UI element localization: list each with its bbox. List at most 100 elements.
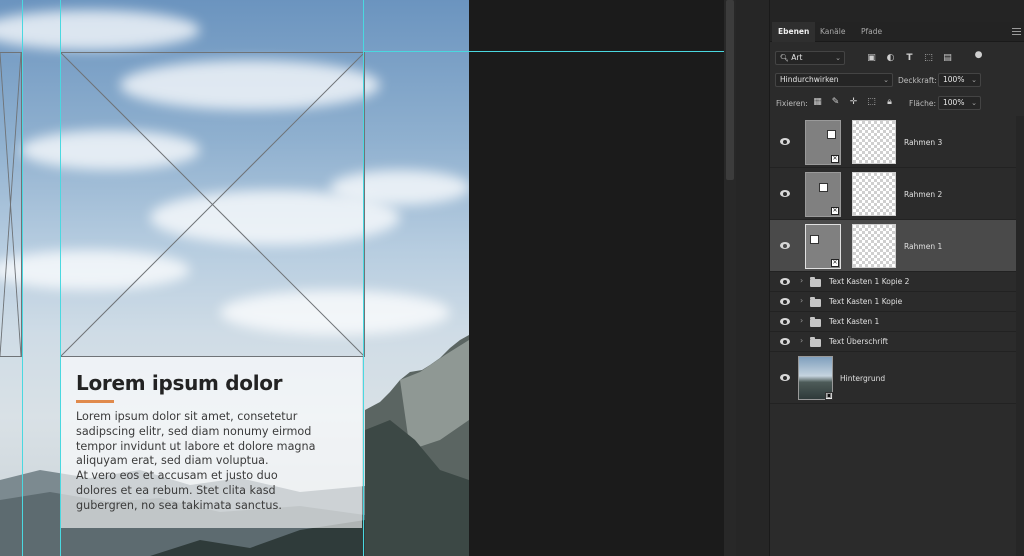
lock-position-icon[interactable]: ✛ bbox=[848, 97, 859, 108]
body-line: gubergren, no sea takimata sanctus. bbox=[76, 498, 282, 512]
layer-name: Text Kasten 1 Kopie bbox=[829, 297, 903, 306]
lock-all-icon[interactable]: 🔒︎ bbox=[884, 97, 895, 108]
content-body-text: Lorem ipsum dolor sit amet, consetetur s… bbox=[76, 410, 366, 514]
layers-scrollbar[interactable] bbox=[1016, 116, 1024, 556]
body-line: aliquyam erat, sed diam voluptua. bbox=[76, 454, 269, 468]
panel-menu-icon[interactable] bbox=[1012, 28, 1021, 35]
frame-badge-icon: ✕ bbox=[831, 259, 839, 267]
chevron-down-icon: ⌄ bbox=[971, 76, 977, 84]
frame-square-icon bbox=[827, 130, 836, 139]
chevron-down-icon: ⌄ bbox=[835, 54, 841, 62]
chevron-down-icon: ⌄ bbox=[883, 76, 889, 84]
fill-field[interactable]: 100% ⌄ bbox=[938, 96, 981, 110]
layer-name: Text Kasten 1 Kopie 2 bbox=[829, 277, 910, 286]
visibility-eye-icon[interactable] bbox=[780, 242, 790, 249]
artboard[interactable]: Lorem ipsum dolor Lorem ipsum dolor sit … bbox=[0, 0, 469, 556]
tab-paths[interactable]: Pfade bbox=[855, 22, 888, 42]
chevron-right-icon[interactable]: › bbox=[800, 336, 803, 345]
guide-vertical[interactable] bbox=[22, 0, 23, 556]
shape-filter-icon[interactable]: ⬚ bbox=[923, 53, 934, 64]
layer-filter-dropdown[interactable]: 🔍︎ Art ⌄ bbox=[775, 51, 845, 65]
chevron-down-icon: ⌄ bbox=[971, 99, 977, 107]
layer-row-rahmen-2[interactable]: ✕ Rahmen 2 bbox=[770, 168, 1016, 220]
layer-mask-thumbnail bbox=[852, 172, 896, 216]
content-heading: Lorem ipsum dolor bbox=[76, 371, 283, 395]
visibility-eye-icon[interactable] bbox=[780, 190, 790, 197]
visibility-eye-icon[interactable] bbox=[780, 278, 790, 285]
smart-object-badge-icon: ▣ bbox=[825, 392, 833, 400]
placeholder-frame-main[interactable] bbox=[60, 52, 365, 357]
panel-dock-gutter bbox=[736, 0, 770, 556]
blend-mode-value: Hindurchwirken bbox=[780, 75, 839, 84]
body-line: At vero eos et accusam et justo duo bbox=[76, 469, 278, 483]
panel-tabs: Ebenen Kanäle Pfade bbox=[770, 22, 1024, 42]
lock-pixels-icon[interactable]: ✎ bbox=[830, 97, 841, 108]
accent-underline bbox=[76, 400, 114, 403]
canvas-scroll-thumb[interactable] bbox=[726, 0, 734, 180]
tab-layers[interactable]: Ebenen bbox=[772, 22, 816, 42]
frame-square-icon bbox=[819, 183, 828, 192]
layer-name: Hintergrund bbox=[840, 374, 886, 383]
guide-horizontal[interactable] bbox=[363, 51, 724, 52]
filter-toggle-icon[interactable]: ● bbox=[973, 50, 984, 61]
visibility-eye-icon[interactable] bbox=[780, 298, 790, 305]
frame-badge-icon: ✕ bbox=[831, 207, 839, 215]
layer-mask-thumbnail bbox=[852, 120, 896, 164]
canvas-scrollbar[interactable] bbox=[724, 0, 736, 556]
body-line: sadipscing elitr, sed diam nonumy eirmod bbox=[76, 424, 312, 438]
background-thumbnail: ▣ bbox=[798, 356, 833, 400]
opacity-field[interactable]: 100% ⌄ bbox=[938, 73, 981, 87]
layer-name: Rahmen 3 bbox=[904, 138, 943, 147]
search-icon: 🔍︎ bbox=[780, 54, 789, 62]
chevron-right-icon[interactable]: › bbox=[800, 276, 803, 285]
smart-object-filter-icon[interactable]: ▤ bbox=[942, 53, 953, 64]
lock-transparency-icon[interactable]: ▦ bbox=[812, 97, 823, 108]
text-box[interactable]: Lorem ipsum dolor Lorem ipsum dolor sit … bbox=[60, 357, 362, 528]
layer-row-rahmen-1[interactable]: ✕ Rahmen 1 bbox=[770, 220, 1016, 272]
layer-name: Text Kasten 1 bbox=[829, 317, 880, 326]
body-line: dolores et ea rebum. Stet clita kasd bbox=[76, 483, 276, 497]
fill-value: 100% bbox=[943, 98, 965, 107]
layer-filter-value: Art bbox=[791, 53, 803, 62]
opacity-value: 100% bbox=[943, 75, 965, 84]
panel-header-bar bbox=[770, 0, 1024, 22]
layer-name: Text Überschrift bbox=[829, 337, 888, 346]
body-line: tempor invidunt ut labore et dolore magn… bbox=[76, 439, 316, 453]
frame-thumbnail: ✕ bbox=[805, 120, 841, 165]
visibility-eye-icon[interactable] bbox=[780, 138, 790, 145]
folder-icon bbox=[810, 337, 821, 347]
opacity-label: Deckkraft: bbox=[898, 76, 937, 85]
type-filter-icon[interactable]: T bbox=[904, 53, 915, 64]
lock-artboard-icon[interactable]: ⬚ bbox=[866, 97, 877, 108]
folder-icon bbox=[810, 277, 821, 287]
image-filter-icon[interactable]: ▣ bbox=[866, 53, 877, 64]
layer-row-text-kasten-1-kopie[interactable]: › Text Kasten 1 Kopie bbox=[770, 292, 1016, 312]
layer-row-text-kasten-1[interactable]: › Text Kasten 1 bbox=[770, 312, 1016, 332]
layer-name: Rahmen 1 bbox=[904, 242, 943, 251]
layer-row-rahmen-3[interactable]: ✕ Rahmen 3 bbox=[770, 116, 1016, 168]
blend-mode-dropdown[interactable]: Hindurchwirken ⌄ bbox=[775, 73, 893, 87]
chevron-right-icon[interactable]: › bbox=[800, 316, 803, 325]
folder-icon bbox=[810, 317, 821, 327]
placeholder-frame-left[interactable] bbox=[0, 52, 22, 357]
frame-thumbnail: ✕ bbox=[805, 224, 841, 269]
folder-icon bbox=[810, 297, 821, 307]
frame-badge-icon: ✕ bbox=[831, 155, 839, 163]
lock-label: Fixieren: bbox=[776, 99, 808, 108]
frame-thumbnail: ✕ bbox=[805, 172, 841, 217]
visibility-eye-icon[interactable] bbox=[780, 318, 790, 325]
canvas-area[interactable]: Lorem ipsum dolor Lorem ipsum dolor sit … bbox=[0, 0, 724, 556]
guide-vertical[interactable] bbox=[363, 0, 364, 556]
visibility-eye-icon[interactable] bbox=[780, 374, 790, 381]
tab-channels[interactable]: Kanäle bbox=[814, 22, 851, 42]
layers-panel: Ebenen Kanäle Pfade 🔍︎ Art ⌄ ▣ ◐ T ⬚ ▤ ●… bbox=[770, 0, 1024, 556]
adjustment-filter-icon[interactable]: ◐ bbox=[885, 53, 896, 64]
visibility-eye-icon[interactable] bbox=[780, 338, 790, 345]
frame-square-icon bbox=[810, 235, 819, 244]
layer-row-text-ueberschrift[interactable]: › Text Überschrift bbox=[770, 332, 1016, 352]
layer-row-text-kasten-1-kopie-2[interactable]: › Text Kasten 1 Kopie 2 bbox=[770, 272, 1016, 292]
chevron-right-icon[interactable]: › bbox=[800, 296, 803, 305]
layer-row-hintergrund[interactable]: ▣ Hintergrund bbox=[770, 352, 1016, 404]
body-line: Lorem ipsum dolor sit amet, consetetur bbox=[76, 410, 298, 423]
guide-vertical[interactable] bbox=[60, 0, 61, 556]
